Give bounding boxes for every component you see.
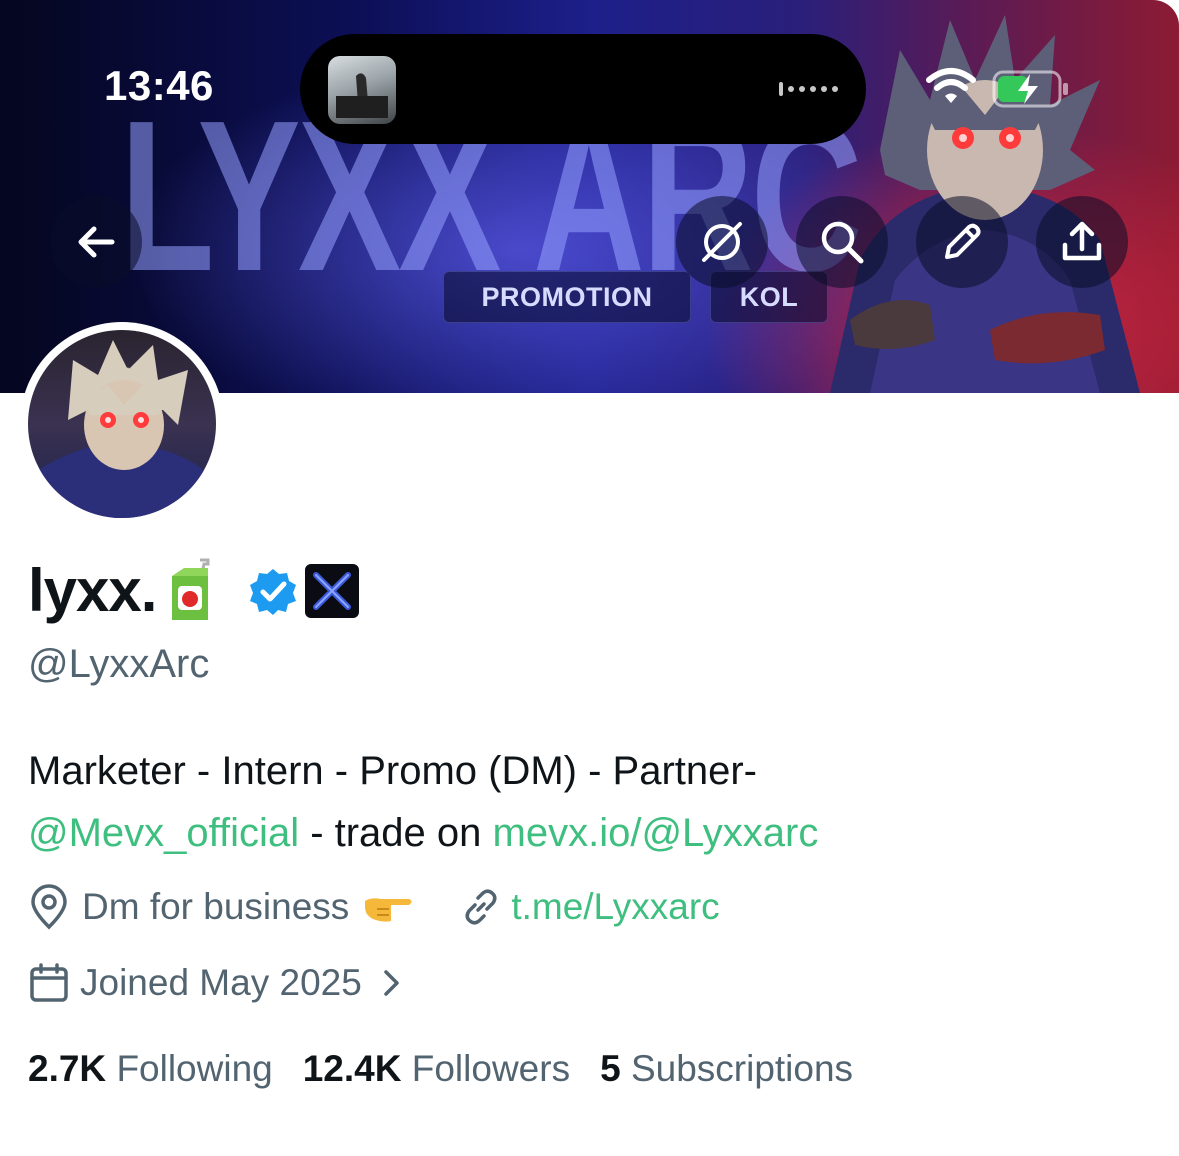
now-playing-thumbnail <box>328 56 396 124</box>
profile-bio: Marketer - Intern - Promo (DM) - Partner… <box>28 740 818 864</box>
profile-meta-row: Dm for business t.me/Lyxxarc <box>28 884 720 930</box>
verified-badge-icon[interactable] <box>248 566 298 616</box>
followers-stat[interactable]: 12.4K Followers <box>303 1048 570 1090</box>
followers-count: 12.4K <box>302 1048 402 1089</box>
back-arrow-icon <box>78 226 115 258</box>
dynamic-island[interactable] <box>300 34 866 144</box>
chevron-right-icon <box>384 970 399 996</box>
search-icon <box>821 221 864 264</box>
profile-location: Dm for business <box>82 886 350 927</box>
juice-box-emoji-icon <box>172 558 210 620</box>
profile-handle: @LyxxArc <box>28 642 210 686</box>
subscriptions-stat[interactable]: 5 Subscriptions <box>600 1048 853 1090</box>
link-icon <box>465 889 497 925</box>
avatar-image <box>28 330 216 518</box>
avatar[interactable] <box>20 322 224 526</box>
status-bar-time: 13:46 <box>104 62 214 109</box>
profile-stats: 2.7K Following 12.4K Followers 5 Subscri… <box>28 1048 883 1090</box>
bio-url-link[interactable]: mevx.io/@Lyxxarc <box>493 811 819 855</box>
grok-icon <box>702 222 742 262</box>
back-button[interactable] <box>50 196 142 288</box>
battery-charging-icon <box>992 70 1068 108</box>
subscriptions-count: 5 <box>600 1048 621 1089</box>
name-row: lyxx. <box>28 556 360 625</box>
wifi-icon <box>926 68 976 103</box>
display-name: lyxx. <box>28 557 157 624</box>
share-button[interactable] <box>1036 196 1128 288</box>
bio-mention-link[interactable]: @Mevx_official <box>28 811 299 855</box>
share-icon <box>1062 221 1102 261</box>
bio-line-1: Marketer - Intern - Promo (DM) - Partner… <box>28 749 758 793</box>
profile-website-link[interactable]: t.me/Lyxxarc <box>511 886 719 928</box>
following-count: 2.7K <box>28 1048 107 1089</box>
location-pin-icon <box>31 884 67 930</box>
grok-button[interactable] <box>676 196 768 288</box>
search-button[interactable] <box>796 196 888 288</box>
affiliate-badge-icon[interactable] <box>304 563 360 619</box>
followers-label: Followers <box>411 1048 571 1089</box>
edit-button[interactable] <box>916 196 1008 288</box>
bio-line-2: @Mevx_official - trade on mevx.io/@Lyxxa… <box>28 802 818 864</box>
joined-date: Joined May 2025 <box>80 962 362 1003</box>
pointing-hand-emoji-icon <box>365 898 412 922</box>
audio-indicator-icon <box>779 82 838 96</box>
following-stat[interactable]: 2.7K Following <box>28 1048 273 1090</box>
following-label: Following <box>116 1048 273 1089</box>
joined-row[interactable]: Joined May 2025 <box>28 962 406 1004</box>
subscriptions-label: Subscriptions <box>630 1048 854 1089</box>
bio-text: - trade on <box>299 811 493 855</box>
calendar-icon <box>30 963 68 1002</box>
edit-icon <box>945 223 981 259</box>
banner-chip-promotion: PROMOTION <box>443 271 691 323</box>
